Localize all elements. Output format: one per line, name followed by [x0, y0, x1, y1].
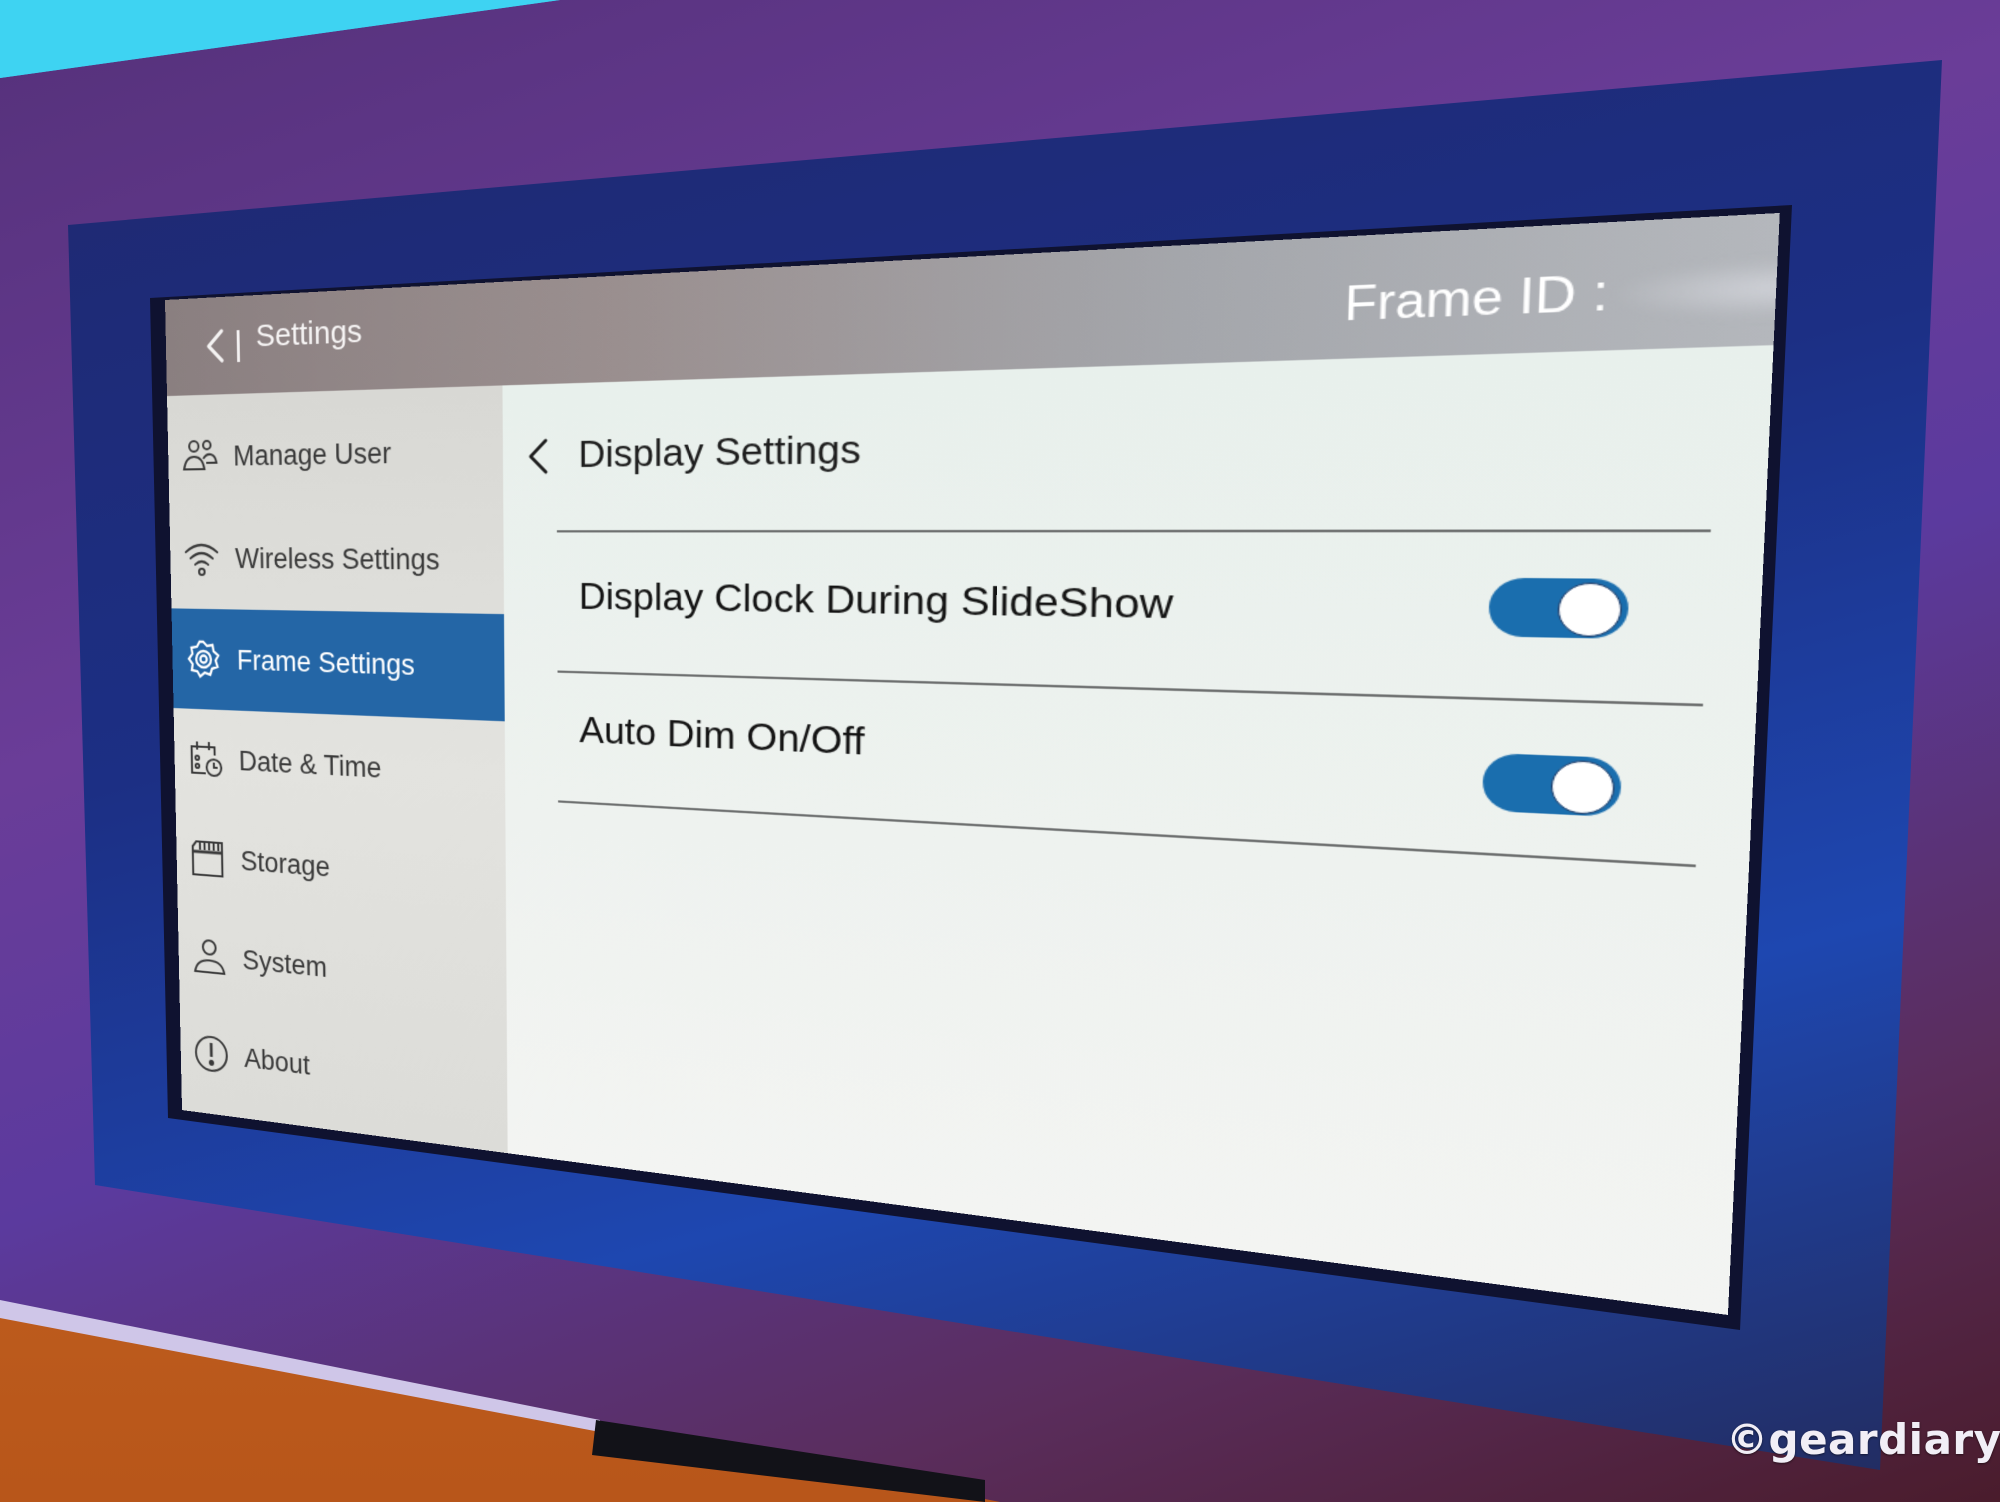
sidebar-item-label: Storage	[240, 844, 331, 883]
toggle-knob	[1556, 582, 1623, 638]
gear-icon	[185, 638, 223, 680]
users-icon	[181, 435, 219, 477]
section-title: Display Settings	[578, 427, 862, 477]
setting-label-auto-dim: Auto Dim On/Off	[579, 708, 865, 764]
setting-label-display-clock: Display Clock During SlideShow	[578, 575, 1174, 629]
settings-sidebar: Manage User Wireless Settings Frame Sett…	[167, 385, 508, 1154]
toggle-knob	[1549, 759, 1616, 816]
sidebar-item-label: System	[242, 944, 328, 983]
display-settings-back-button[interactable]	[524, 434, 554, 479]
auto-dim-toggle[interactable]	[1481, 752, 1623, 818]
sidebar-item-label: About	[243, 1042, 311, 1081]
photo-scene: Settings Frame ID : Manage User Wireless…	[0, 0, 2000, 1502]
sidebar-item-label: Manage User	[232, 436, 392, 472]
sidebar-item-frame-settings[interactable]: Frame Settings	[171, 608, 505, 722]
display-settings-panel: Display Settings Display Clock During Sl…	[502, 345, 1774, 1315]
page-title: Settings	[255, 313, 363, 354]
sd-card-icon	[189, 837, 226, 880]
settings-back-button[interactable]	[199, 324, 234, 368]
sidebar-item-manage-user[interactable]: Manage User	[167, 397, 503, 508]
frame-id-value-redacted	[1607, 250, 1780, 323]
sidebar-item-label: Date & Time	[238, 744, 382, 784]
person-icon	[191, 935, 228, 978]
info-alert-icon	[193, 1032, 230, 1076]
chevron-left-icon	[199, 324, 234, 368]
title-separator	[236, 330, 241, 363]
sidebar-item-label: Frame Settings	[236, 644, 415, 681]
sidebar-item-wireless-settings[interactable]: Wireless Settings	[169, 506, 504, 614]
calendar-clock-icon	[187, 738, 224, 781]
frame-id-label: Frame ID :	[1343, 264, 1610, 331]
display-clock-toggle[interactable]	[1487, 577, 1630, 639]
watermark: ©geardiary	[1726, 1415, 2000, 1464]
wifi-icon	[183, 538, 221, 580]
chevron-left-icon	[524, 434, 554, 479]
sidebar-item-label: Wireless Settings	[234, 542, 440, 576]
divider	[556, 529, 1711, 533]
divider	[557, 670, 1704, 707]
